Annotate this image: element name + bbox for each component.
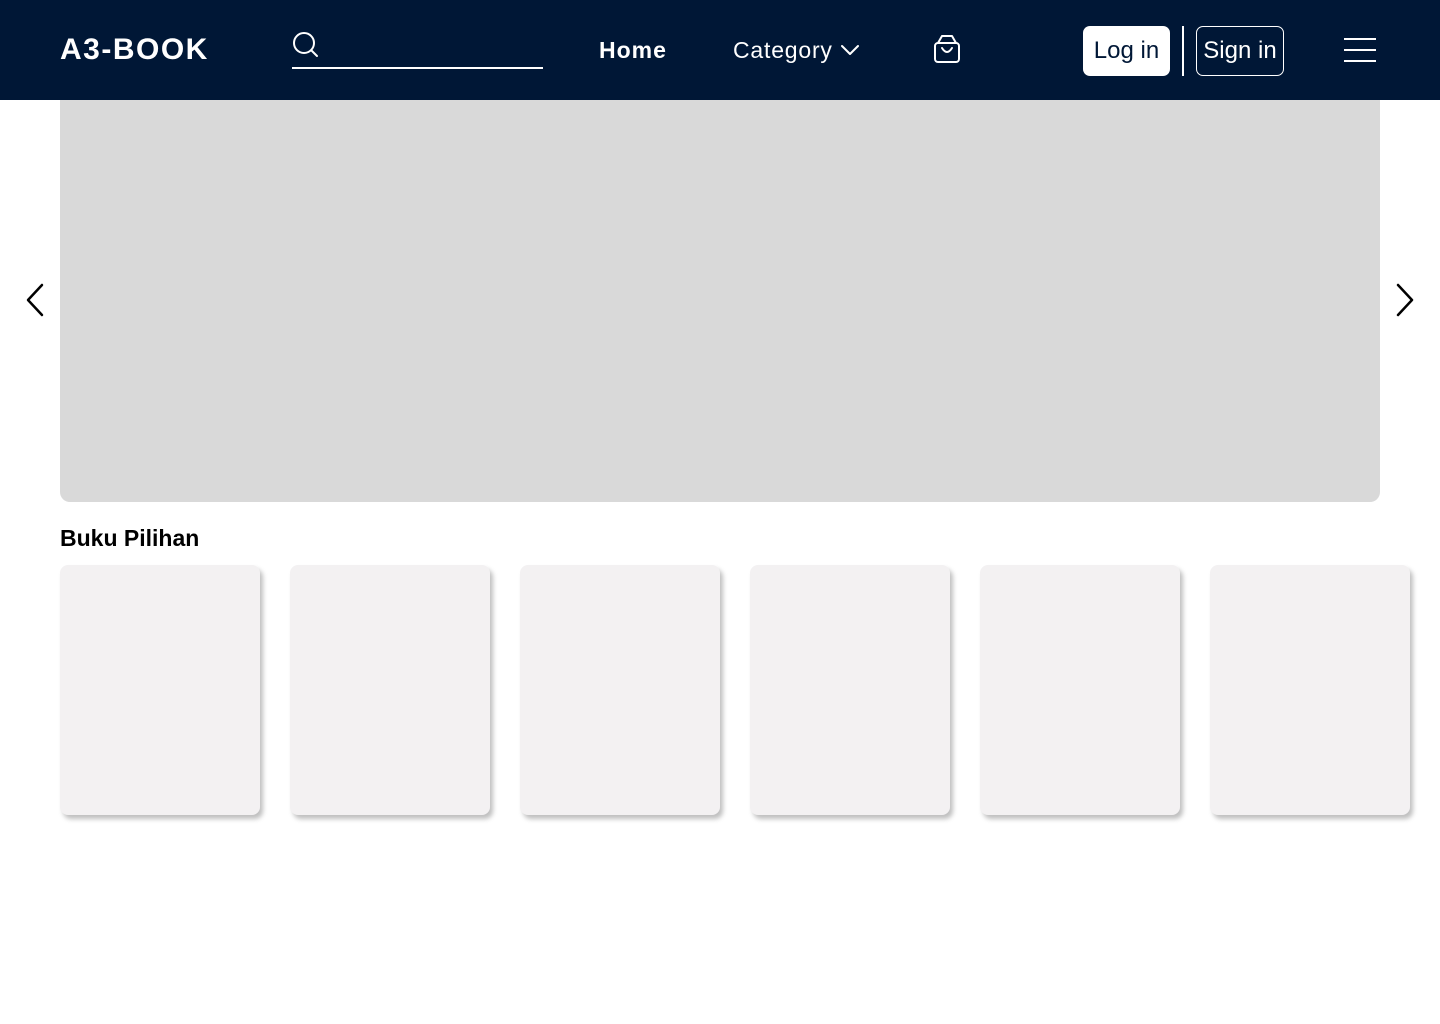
shopping-bag-icon[interactable] [933,34,961,64]
search-bar [292,28,543,69]
nav-category-dropdown[interactable]: Category [733,32,859,68]
book-card[interactable] [980,565,1180,815]
chevron-down-icon [840,45,859,55]
nav-link-home[interactable]: Home [599,32,667,68]
book-card[interactable] [750,565,950,815]
search-input[interactable] [330,30,540,64]
featured-books-title: Buku Pilihan [60,525,200,551]
hamburger-menu-icon[interactable] [1343,37,1377,63]
search-icon[interactable] [292,31,320,59]
signin-button[interactable]: Sign in [1196,26,1284,76]
book-card[interactable] [290,565,490,815]
book-card[interactable] [60,565,260,815]
chevron-left-icon[interactable] [24,282,46,318]
nav-category-label: Category [733,37,833,63]
top-navbar: A3-BOOK Home Category Log in Sign in [0,0,1440,100]
chevron-right-icon[interactable] [1394,282,1416,318]
book-card[interactable] [520,565,720,815]
site-logo[interactable]: A3-BOOK [60,30,209,70]
book-card[interactable] [1210,565,1410,815]
login-button[interactable]: Log in [1083,26,1170,76]
nav-divider [1182,26,1184,76]
hero-carousel-slide[interactable] [60,100,1380,502]
